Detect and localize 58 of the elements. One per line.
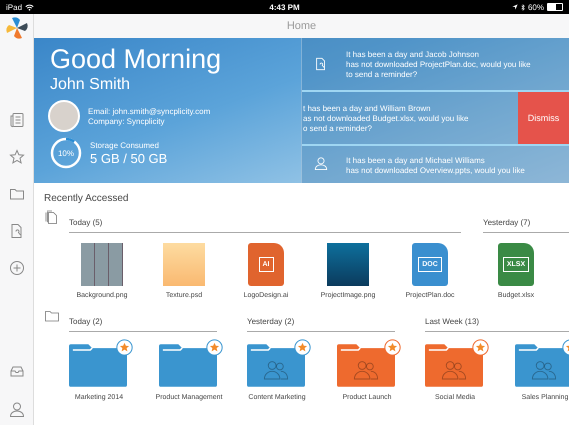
device-name: iPad bbox=[6, 2, 22, 12]
star-badge-icon[interactable] bbox=[472, 339, 489, 356]
wifi-icon bbox=[25, 4, 34, 10]
star-badge-icon[interactable] bbox=[206, 339, 223, 356]
group-label: Yesterday (7) bbox=[483, 218, 530, 227]
group-label: Yesterday (2) bbox=[247, 317, 294, 326]
star-badge-icon[interactable] bbox=[116, 339, 133, 356]
battery-percent: 60% bbox=[528, 2, 544, 12]
star-badge-icon[interactable] bbox=[294, 339, 311, 356]
photo-placeholder[interactable] bbox=[327, 243, 369, 286]
folder-icon[interactable] bbox=[425, 344, 483, 387]
notification-text: has not downloaded ProjectPlan.doc, would you like bbox=[346, 60, 531, 68]
bluetooth-icon bbox=[520, 4, 525, 10]
shared-document-icon bbox=[314, 57, 328, 71]
page-title: Home bbox=[286, 20, 316, 32]
clock-time: 4:43 PM bbox=[269, 2, 300, 12]
notification-text: t has been a day and William Brown bbox=[303, 104, 432, 112]
notification-text: to send a reminder? bbox=[346, 70, 418, 78]
folder-icon[interactable] bbox=[515, 344, 569, 387]
storage-value: 5 GB / 50 GB bbox=[90, 150, 168, 166]
notification-text: o send a reminder? bbox=[303, 124, 373, 132]
shared-document-icon[interactable] bbox=[8, 223, 24, 239]
avatar-placeholder bbox=[48, 100, 80, 132]
notification-row[interactable]: t has been a day and William Brown as not downloaded Budget.xlsx, would you like o send a reminder? Dismiss bbox=[302, 92, 569, 146]
pinwheel-logo-icon bbox=[4, 16, 28, 40]
storage-label: Storage Consumed bbox=[90, 140, 160, 150]
folder-icon[interactable] bbox=[69, 344, 127, 387]
document-list-icon[interactable] bbox=[8, 112, 24, 128]
folder-icon[interactable] bbox=[159, 344, 217, 387]
notification-text: It has been a day and Michael Williams bbox=[346, 156, 486, 165]
notification-text: as not downloaded Budget.xlsx, would you like bbox=[303, 114, 470, 122]
folder-icon[interactable] bbox=[8, 186, 24, 202]
greeting-heading: Good Morning bbox=[50, 44, 222, 75]
group-label: Today (5) bbox=[69, 218, 102, 227]
folder-outline-icon bbox=[44, 308, 60, 324]
section-heading: Recently Accessed bbox=[44, 193, 130, 204]
user-icon bbox=[314, 156, 328, 170]
folder-icon[interactable] bbox=[337, 344, 395, 387]
location-arrow-icon bbox=[512, 4, 518, 10]
star-badge-icon[interactable] bbox=[384, 339, 401, 356]
group-label: Today (2) bbox=[69, 317, 102, 326]
user-icon[interactable] bbox=[8, 401, 24, 417]
dismiss-button[interactable]: Dismiss bbox=[518, 92, 569, 144]
battery-icon bbox=[547, 3, 563, 11]
stacked-pages-icon bbox=[44, 209, 60, 225]
folder-icon[interactable] bbox=[247, 344, 305, 387]
add-icon[interactable] bbox=[8, 260, 24, 276]
image-thumbnail[interactable] bbox=[163, 243, 205, 286]
notification-row[interactable]: It has been a day and Michael Williams has not downloaded Overview.ppts, would you like bbox=[302, 146, 569, 183]
image-thumbnail[interactable] bbox=[81, 243, 123, 286]
storage-percent: 10% bbox=[58, 148, 74, 158]
star-icon[interactable] bbox=[8, 149, 24, 165]
group-label: Last Week (13) bbox=[425, 317, 480, 326]
notification-text: It has been a day and Jacob Johnson bbox=[346, 50, 480, 58]
company-text: Company: Syncplicity bbox=[88, 116, 166, 126]
user-name: John Smith bbox=[50, 75, 132, 94]
notification-text: has not downloaded Overview.ppts, would you like bbox=[346, 166, 525, 175]
email-text: Email: john.smith@syncplicity.com bbox=[88, 106, 210, 116]
